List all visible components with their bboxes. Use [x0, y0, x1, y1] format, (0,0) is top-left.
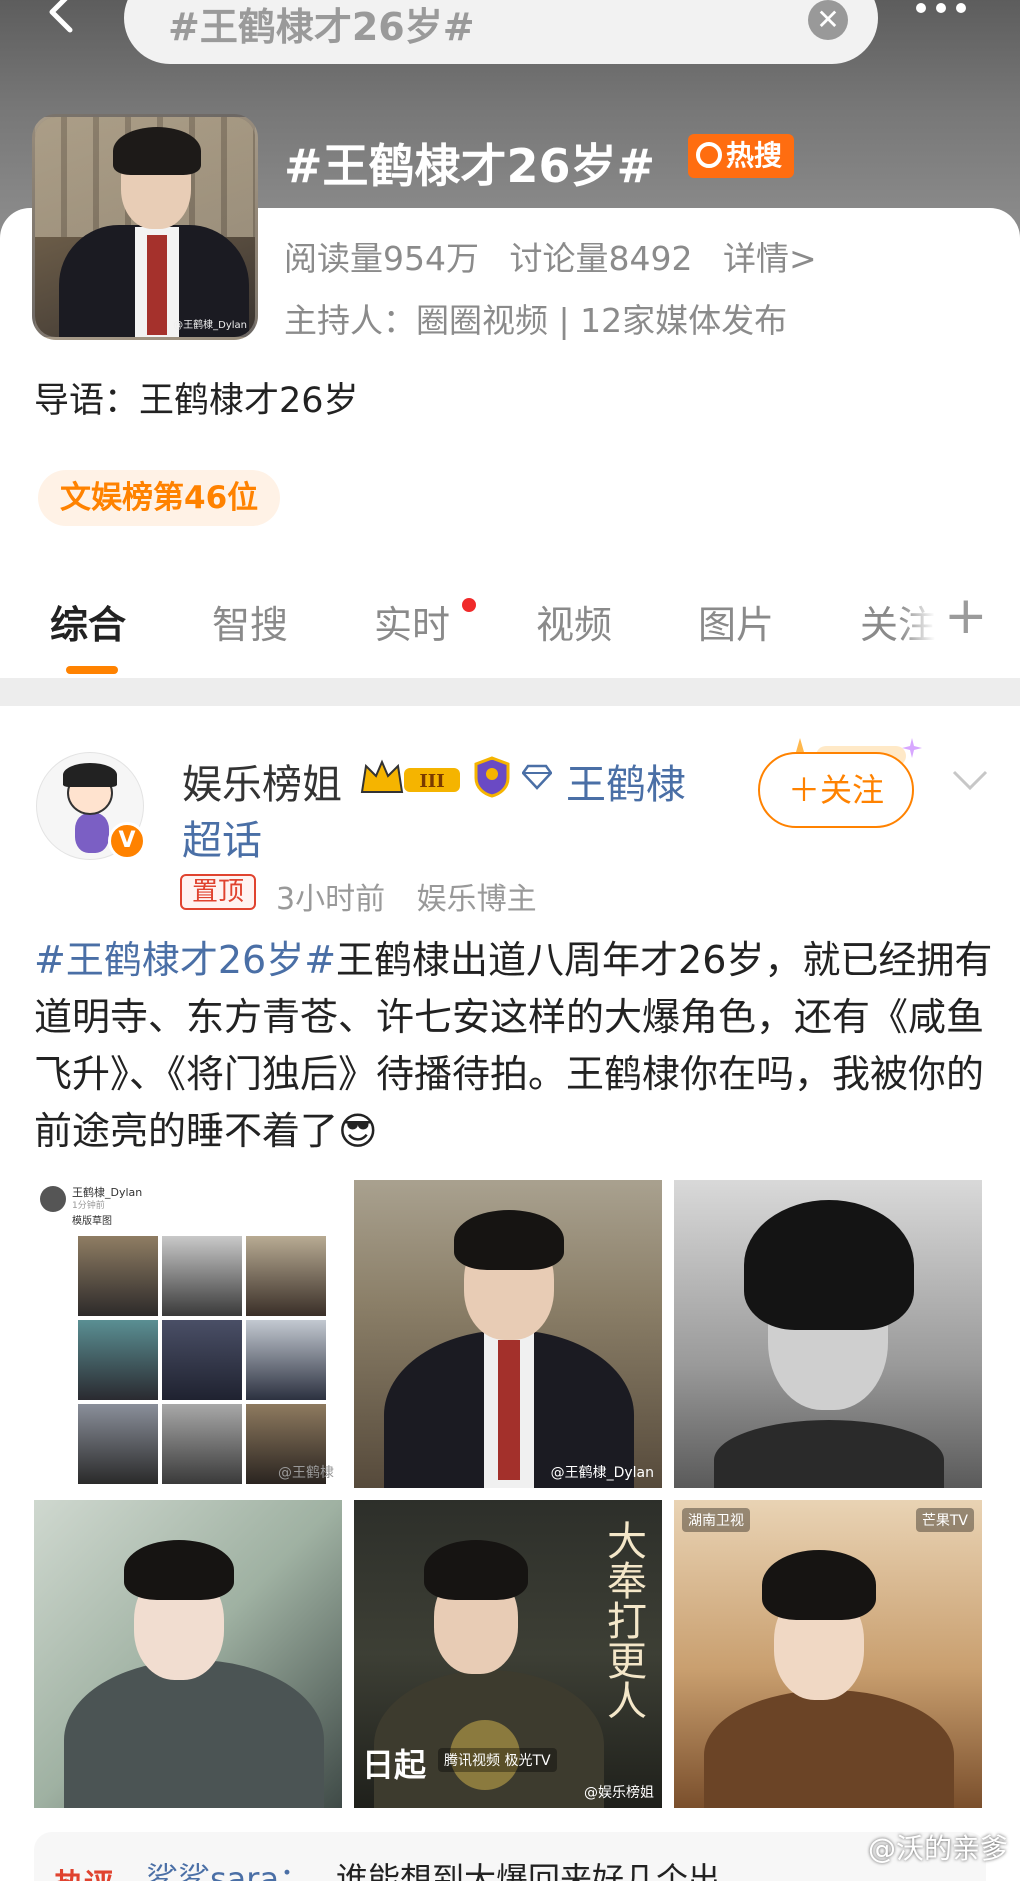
poster-logo-left: 湖南卫视: [682, 1508, 750, 1532]
figure-body: [64, 1660, 324, 1808]
topic-cover-image[interactable]: @王鹤棣_Dylan: [32, 114, 258, 340]
mini-caption: 模版草图: [72, 1216, 112, 1227]
tab-fade: [900, 586, 944, 666]
back-button[interactable]: [40, 0, 90, 40]
collage-thumb: [162, 1404, 242, 1484]
figure-body: [704, 1690, 954, 1808]
more-dot-icon: [916, 3, 926, 13]
hot-comment-label: 热评: [54, 1860, 114, 1881]
cover-watermark: @王鹤棣_Dylan: [173, 320, 247, 331]
clear-icon[interactable]: ✕: [808, 0, 848, 40]
figure-hair: [124, 1540, 234, 1600]
post-image-2[interactable]: @王鹤棣_Dylan: [354, 1180, 662, 1488]
post-time: 3小时前: [276, 882, 386, 917]
topic-host[interactable]: 主持人：圈圈视频 | 12家媒体发布: [284, 294, 787, 342]
comment-text: 谁能想到大爆回来好几个出: [336, 1860, 721, 1881]
active-tab-indicator: [66, 666, 118, 674]
supertopic-link[interactable]: 王鹤棣: [566, 752, 686, 810]
avatar-body: [75, 813, 109, 853]
post-image-1[interactable]: 王鹤棣_Dylan 1分钟前 模版草图 @王鹤棣: [34, 1180, 342, 1488]
diamond-icon: [522, 764, 552, 790]
mini-avatar: [40, 1186, 66, 1212]
crown-icon: III: [360, 759, 460, 793]
tab-comprehensive[interactable]: 综合: [50, 594, 126, 649]
topic-stats: 阅读量954万 讨论量8492 详情>: [284, 232, 837, 280]
rank-badge[interactable]: 文娱榜第46位: [38, 470, 281, 526]
collage-thumb: [246, 1320, 326, 1400]
verified-icon: V: [108, 822, 146, 860]
details-link[interactable]: 详情>: [723, 239, 817, 278]
post-role: 娱乐博主: [416, 882, 537, 917]
post-image-3[interactable]: [674, 1180, 982, 1488]
post-hashtag[interactable]: #王鹤棣才26岁#: [34, 938, 336, 982]
collage-thumb: [78, 1320, 158, 1400]
post-meta: 3小时前 娱乐博主: [276, 874, 559, 918]
collage-thumb: [162, 1236, 242, 1316]
supertopic-link-suffix[interactable]: 超话: [182, 808, 262, 866]
section-divider: [0, 678, 1020, 706]
image-watermark: @王鹤棣: [278, 1465, 334, 1481]
collage-thumb: [78, 1404, 158, 1484]
figure-hair: [762, 1550, 876, 1620]
post-username[interactable]: 娱乐榜姐: [182, 752, 342, 810]
post-image-4[interactable]: [34, 1500, 342, 1808]
discussion-count: 讨论量8492: [509, 239, 693, 278]
tab-realtime[interactable]: 实时: [374, 594, 450, 649]
chevron-left-icon: [49, 0, 73, 33]
figure-hair: [744, 1200, 914, 1330]
tab-bar: 综合 智搜 实时 视频 图片 关注 +: [0, 586, 1020, 676]
tab-smart-search[interactable]: 智搜: [212, 594, 288, 649]
hot-search-icon: [696, 142, 722, 168]
tab-images[interactable]: 图片: [698, 594, 774, 649]
figure-hair: [424, 1540, 528, 1600]
add-tab-button[interactable]: +: [944, 586, 988, 646]
post-image-5[interactable]: 大奉打更人 日起 腾讯视频 极光TV @娱乐榜姐: [354, 1500, 662, 1808]
corner-watermark: @沃的亲爹: [867, 1832, 1008, 1865]
cover-figure-hair: [113, 127, 201, 175]
hot-search-label: 热搜: [726, 139, 783, 172]
search-input[interactable]: #王鹤棣才26岁# ✕: [124, 0, 878, 64]
more-button[interactable]: [916, 0, 986, 28]
new-dot-icon: [462, 598, 476, 612]
image-watermark: @王鹤棣_Dylan: [550, 1465, 654, 1481]
topic-guide: 导语：王鹤棣才26岁: [34, 381, 359, 421]
figure-hair: [454, 1210, 564, 1270]
hot-comment-preview[interactable]: 热评 鲨鲨sara： 谁能想到大爆回来好几个出: [34, 1832, 986, 1881]
topic-title: #王鹤棣才26岁#: [284, 139, 656, 193]
hot-search-badge: 热搜: [688, 134, 795, 178]
poster-title: 大奉打更人: [600, 1520, 646, 1720]
search-query: #王鹤棣才26岁#: [168, 5, 475, 49]
figure-tie: [498, 1340, 520, 1480]
pinned-badge: 置顶: [180, 874, 257, 910]
level-badge-text: III: [419, 771, 444, 792]
tab-video[interactable]: 视频: [536, 594, 612, 649]
comment-username[interactable]: 鲨鲨sara：: [146, 1854, 311, 1881]
poster-date: 日起: [362, 1746, 427, 1784]
member-shield-icon: [474, 756, 510, 798]
cover-figure-tie: [147, 235, 167, 335]
mini-time: 1分钟前: [72, 1201, 105, 1211]
read-count: 阅读量954万: [284, 239, 479, 278]
poster-logo-right: 芒果TV: [915, 1508, 974, 1532]
post-body: #王鹤棣才26岁#王鹤棣出道八周年才26岁，就已经拥有道明寺、东方青苍、许七安这…: [34, 932, 994, 1160]
post-image-6[interactable]: 湖南卫视 芒果TV: [674, 1500, 982, 1808]
collage-thumb: [78, 1236, 158, 1316]
poster-logo: 腾讯视频 极光TV: [438, 1748, 557, 1772]
follow-button[interactable]: ＋关注: [758, 752, 914, 828]
collage-thumb: [246, 1236, 326, 1316]
cool-emoji-icon: 😎: [338, 1109, 378, 1153]
image-watermark: @娱乐榜姐: [584, 1785, 654, 1801]
avatar-hair: [63, 763, 117, 787]
more-dot-icon: [956, 3, 966, 13]
more-dot-icon: [936, 3, 946, 13]
chevron-down-icon[interactable]: [950, 766, 990, 796]
weibo-post: V 娱乐榜姐 III 王鹤棣 超话 ＋关注 置顶 3小时前 娱乐博主 #王鹤棣才…: [0, 706, 1020, 1881]
collage-thumb: [162, 1320, 242, 1400]
figure-body: [714, 1420, 944, 1488]
